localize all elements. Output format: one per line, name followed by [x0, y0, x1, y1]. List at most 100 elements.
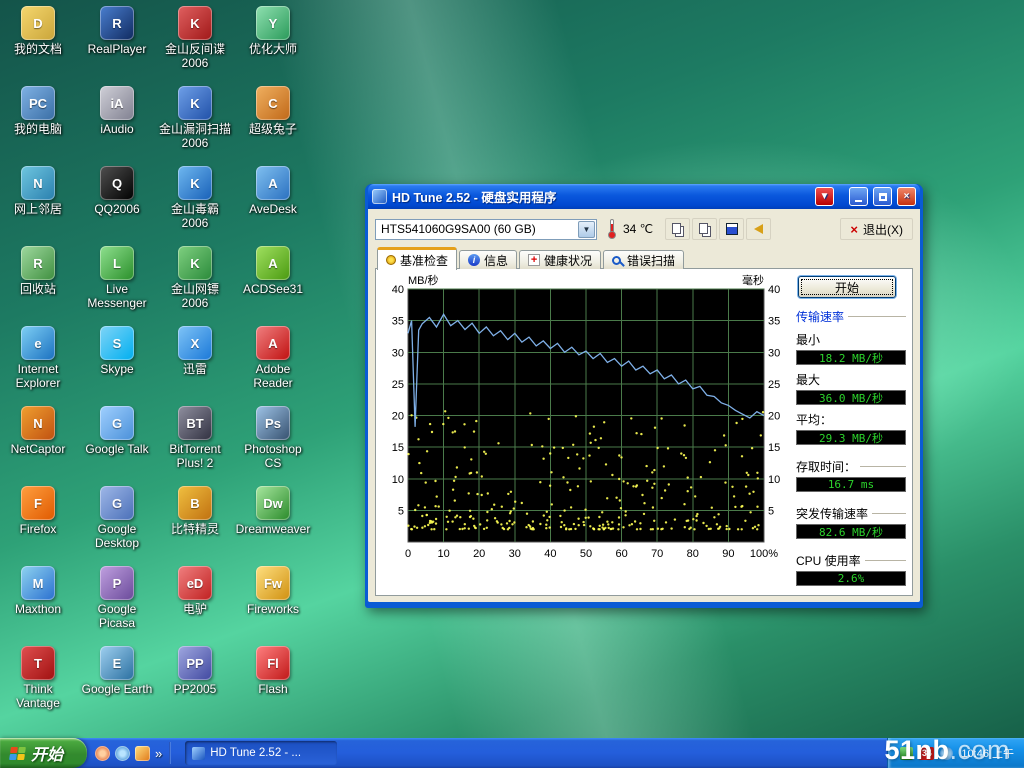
desktop-icon-fireworks[interactable]: Fw Fireworks [236, 566, 310, 617]
desktop-icon-adobe-reader[interactable]: AAdobe Reader [236, 326, 310, 391]
desktop-icon-super-rabbit[interactable]: C超级兔子 [236, 86, 310, 137]
floppy-icon [726, 223, 738, 235]
exit-button[interactable]: × 退出(X) [840, 218, 913, 240]
desktop-icon-kingsoft-antispyware[interactable]: K金山反间谍 2006 [158, 6, 232, 71]
minimize-button[interactable] [849, 187, 868, 206]
copy-screenshot-button[interactable] [692, 218, 717, 240]
google-earth-icon: E [100, 646, 134, 680]
stats-panel: 开始 传输速率 最小 18.2 MB/秒 最大 36.0 MB/秒 平均： 29… [796, 274, 906, 590]
desktop-icon-recycle-bin[interactable]: R回收站 [1, 246, 75, 297]
desktop-icon-google-desktop[interactable]: GGoogle Desktop [80, 486, 154, 551]
svg-text:50: 50 [580, 548, 592, 560]
drive-select[interactable]: HTS541060G9SA00 (60 GB) ▼ [375, 219, 597, 240]
desktop-icon-label: QQ2006 [94, 203, 139, 217]
quick-launch-overflow[interactable]: » [155, 746, 162, 761]
desktop-icon-iaudio[interactable]: iAiAudio [80, 86, 154, 137]
desktop-icon-youhua-dashi[interactable]: Y优化大师 [236, 6, 310, 57]
tab-benchmark[interactable]: 基准检查 [377, 247, 457, 270]
desktop-icon-thinkvantage[interactable]: TThink Vantage [1, 646, 75, 711]
close-button[interactable]: × [897, 187, 916, 206]
svg-text:40: 40 [544, 548, 556, 560]
maximize-button[interactable] [873, 187, 892, 206]
desktop-icon-kingsoft-vulnscan[interactable]: K金山漏洞扫描 2006 [158, 86, 232, 151]
desktop-icon-avedesk[interactable]: AAveDesk [236, 166, 310, 217]
info-icon: i [468, 254, 480, 266]
desktop-icon-netcaptor[interactable]: NNetCaptor [1, 406, 75, 457]
tab-info[interactable]: i 信息 [459, 250, 517, 269]
desktop-icon-thunder[interactable]: X迅雷 [158, 326, 232, 377]
desktop-icon-pp2005[interactable]: PPPP2005 [158, 646, 232, 697]
thinkvantage-icon: T [21, 646, 55, 680]
options-button[interactable] [746, 218, 771, 240]
desktop-icon-flash[interactable]: FlFlash [236, 646, 310, 697]
svg-text:10: 10 [768, 474, 780, 486]
start-button[interactable]: 开始 [0, 738, 87, 768]
save-screenshot-button[interactable] [719, 218, 744, 240]
desktop-icon-label: Google Talk [85, 443, 148, 457]
desktop-icon-network-places[interactable]: N网上邻居 [1, 166, 75, 217]
kingsoft-vulnscan-icon: K [178, 86, 212, 120]
desktop-icon-dreamweaver[interactable]: DwDreamweaver [236, 486, 310, 537]
taskbar-task-hdtune[interactable]: HD Tune 2.52 - ... [185, 741, 337, 765]
copy-icon [672, 223, 681, 234]
tab-health[interactable]: + 健康状况 [519, 250, 601, 269]
svg-text:毫秒: 毫秒 [742, 274, 764, 287]
desktop-icon-label: 我的电脑 [14, 123, 62, 137]
svg-text:0: 0 [405, 548, 411, 560]
burst-rate-value: 82.6 MB/秒 [796, 524, 906, 539]
desktop-icon-label: Skype [100, 363, 133, 377]
svg-text:15: 15 [392, 442, 404, 454]
desktop-icon-label: Maxthon [15, 603, 61, 617]
desktop-icon-acdsee[interactable]: AACDSee31 [236, 246, 310, 297]
my-documents-icon: D [21, 6, 55, 40]
start-benchmark-button[interactable]: 开始 [798, 276, 896, 298]
desktop-icon-live-messenger[interactable]: LLive Messenger [80, 246, 154, 311]
desktop-icon-google-picasa[interactable]: PGoogle Picasa [80, 566, 154, 631]
avg-value: 29.3 MB/秒 [796, 430, 906, 445]
svg-text:70: 70 [651, 548, 663, 560]
google-talk-icon: G [100, 406, 134, 440]
desktop-icon-internet-explorer[interactable]: eInternet Explorer [1, 326, 75, 391]
photoshop-cs-icon: Ps [256, 406, 290, 440]
desktop-icon-firefox[interactable]: FFirefox [1, 486, 75, 537]
chevron-down-icon[interactable]: ▼ [578, 221, 595, 238]
start-label: 开始 [31, 741, 63, 765]
desktop-icon-qq2006[interactable]: QQQ2006 [80, 166, 154, 217]
tab-error-scan[interactable]: 错误扫描 [603, 250, 684, 269]
tray-arrow-button[interactable]: ▼ [815, 187, 834, 206]
desktop-icon-label: Fireworks [247, 603, 299, 617]
tab-label: 信息 [484, 252, 508, 269]
copy-icon [699, 223, 708, 234]
titlebar[interactable]: HD Tune 2.52 - 硬盘实用程序 ▼ × [368, 184, 920, 209]
desktop-icon-label: 金山网镖 2006 [158, 283, 232, 311]
svg-text:5: 5 [398, 505, 404, 517]
desktop-icon-maxthon[interactable]: MMaxthon [1, 566, 75, 617]
quick-launch-icon-3[interactable] [135, 746, 150, 761]
desktop-icon-bitspirit[interactable]: B比特精灵 [158, 486, 232, 537]
desktop-icon-label: Firefox [20, 523, 57, 537]
min-label: 最小 [796, 331, 906, 348]
desktop-icon-label: PP2005 [174, 683, 217, 697]
desktop-icon-bittorrent-plus[interactable]: BTBitTorrent Plus! 2 [158, 406, 232, 471]
windows-logo-icon [9, 747, 26, 760]
desktop-icon-emule[interactable]: eD电驴 [158, 566, 232, 617]
desktop-icon-my-documents[interactable]: D我的文档 [1, 6, 75, 57]
copy-info-button[interactable] [665, 218, 690, 240]
fireworks-icon: Fw [256, 566, 290, 600]
desktop-icon-skype[interactable]: SSkype [80, 326, 154, 377]
desktop-icon-label: Internet Explorer [1, 363, 75, 391]
desktop-icon-google-talk[interactable]: G Google Talk [80, 406, 154, 457]
desktop-icon-google-earth[interactable]: EGoogle Earth [80, 646, 154, 697]
desktop-icon-label: NetCaptor [11, 443, 66, 457]
desktop-icon-realplayer[interactable]: RRealPlayer [80, 6, 154, 57]
desktop-icon-my-computer[interactable]: PC我的电脑 [1, 86, 75, 137]
bitspirit-icon: B [178, 486, 212, 520]
max-value: 36.0 MB/秒 [796, 390, 906, 405]
toolbar-buttons [665, 218, 771, 240]
desktop-icon-kingsoft-duba[interactable]: K金山毒霸 2006 [158, 166, 232, 231]
desktop-icon-photoshop-cs[interactable]: PsPhotoshop CS [236, 406, 310, 471]
quick-launch-icon-2[interactable] [115, 746, 130, 761]
quick-launch-icon-1[interactable] [95, 746, 110, 761]
desktop-icon-kingsoft-netguard[interactable]: K金山网镖 2006 [158, 246, 232, 311]
svg-text:10: 10 [437, 548, 449, 560]
